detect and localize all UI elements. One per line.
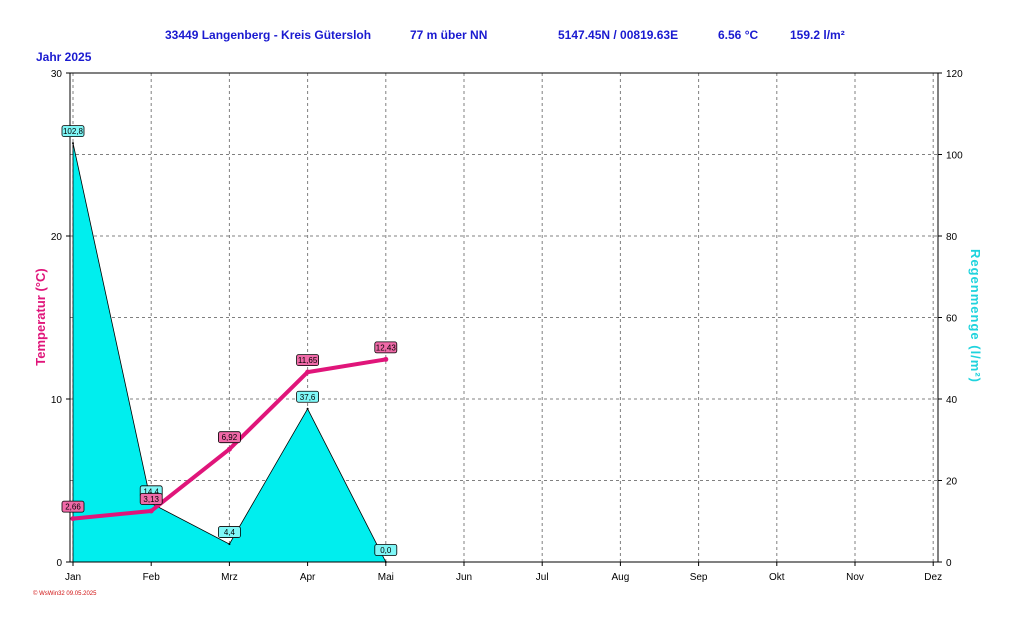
temperature-point (226, 446, 232, 452)
rain-point (228, 543, 231, 546)
rain-data-label: 4,4 (217, 526, 241, 538)
header-station: 33449 Langenberg - Kreis Gütersloh (165, 28, 371, 42)
y-axis-left-title: Temperatur (°C) (33, 268, 48, 365)
y-left-tick-label: 0 (56, 558, 62, 569)
temperature-point (383, 356, 389, 362)
temperature-data-label-text: 3,13 (143, 495, 159, 504)
y-axis-right-title: Regenmenge (l/m²) (968, 249, 983, 383)
grid-lines (70, 73, 938, 562)
y-right-tick-label: 0 (946, 558, 952, 569)
header-elevation: 77 m über NN (410, 28, 487, 42)
rain-point (306, 407, 309, 410)
x-tick-label: Mai (378, 572, 394, 583)
y-left-tick-label: 30 (51, 69, 63, 80)
footer-credit: © WsWin32 09.05.2025 (33, 590, 97, 597)
x-tick-label: Feb (143, 572, 161, 583)
temperature-point (148, 508, 154, 514)
x-tick-label: Jul (536, 572, 549, 583)
rain-data-label-text: 0,0 (380, 546, 392, 555)
temperature-data-label: 2,66 (61, 500, 85, 513)
y-left-tick-label: 20 (51, 232, 63, 243)
temperature-data-label: 6,92 (217, 431, 241, 444)
x-tick-label: Mrz (221, 572, 238, 583)
x-tick-label: Aug (612, 572, 630, 583)
rain-point (72, 142, 74, 145)
climate-chart: 33449 Langenberg - Kreis Gütersloh 77 m … (0, 0, 1015, 622)
x-tick-label: Jan (65, 572, 81, 583)
temperature-data-label-text: 2,66 (65, 503, 81, 512)
y-right-tick-label: 100 (946, 151, 963, 162)
chart-canvas: 33449 Langenberg - Kreis Gütersloh 77 m … (33, 28, 983, 597)
y-right-tick-label: 80 (946, 232, 958, 243)
rain-data-label-text: 37,6 (300, 393, 316, 402)
x-tick-label: Jun (456, 572, 472, 583)
temperature-data-label: 12,43 (374, 341, 398, 354)
axes: 0 10 20 30 0 20 40 60 80 100 120 Jan Feb Mrz Apr Mai Jun… (51, 69, 963, 583)
x-tick-label: Dez (924, 572, 942, 583)
temperature-point (305, 369, 311, 375)
x-tick-label: Sep (690, 572, 708, 583)
y-right-tick-label: 20 (946, 477, 958, 488)
temperature-data-label-text: 11,65 (298, 356, 318, 365)
temperature-data-label: 11,65 (296, 354, 320, 367)
x-tick-label: Nov (846, 572, 864, 583)
y-right-tick-label: 120 (946, 69, 963, 80)
header-total-rain: 159.2 l/m² (790, 28, 845, 42)
y-right-tick-label: 60 (946, 314, 958, 325)
y-right-tick-label: 40 (946, 395, 958, 406)
y-left-tick-label: 10 (51, 395, 63, 406)
rain-data-label: 37,6 (296, 390, 320, 403)
header-coordinates: 5147.45N / 00819.63E (558, 28, 678, 42)
rain-data-label: 0,0 (374, 544, 398, 556)
temperature-data-label: 3,13 (139, 493, 163, 505)
rain-data-label-text: 102,8 (63, 127, 84, 136)
temperature-point (70, 516, 76, 522)
temperature-data-label-text: 6,92 (222, 433, 238, 442)
x-tick-label: Okt (769, 572, 785, 583)
x-tick-label: Apr (300, 572, 316, 583)
temperature-data-label-text: 12,43 (376, 343, 397, 352)
rain-data-label: 102,8 (61, 125, 85, 137)
header-mean-temperature: 6.56 °C (718, 28, 758, 42)
year-label: Jahr 2025 (36, 50, 92, 64)
rain-data-label-text: 4,4 (224, 528, 236, 537)
